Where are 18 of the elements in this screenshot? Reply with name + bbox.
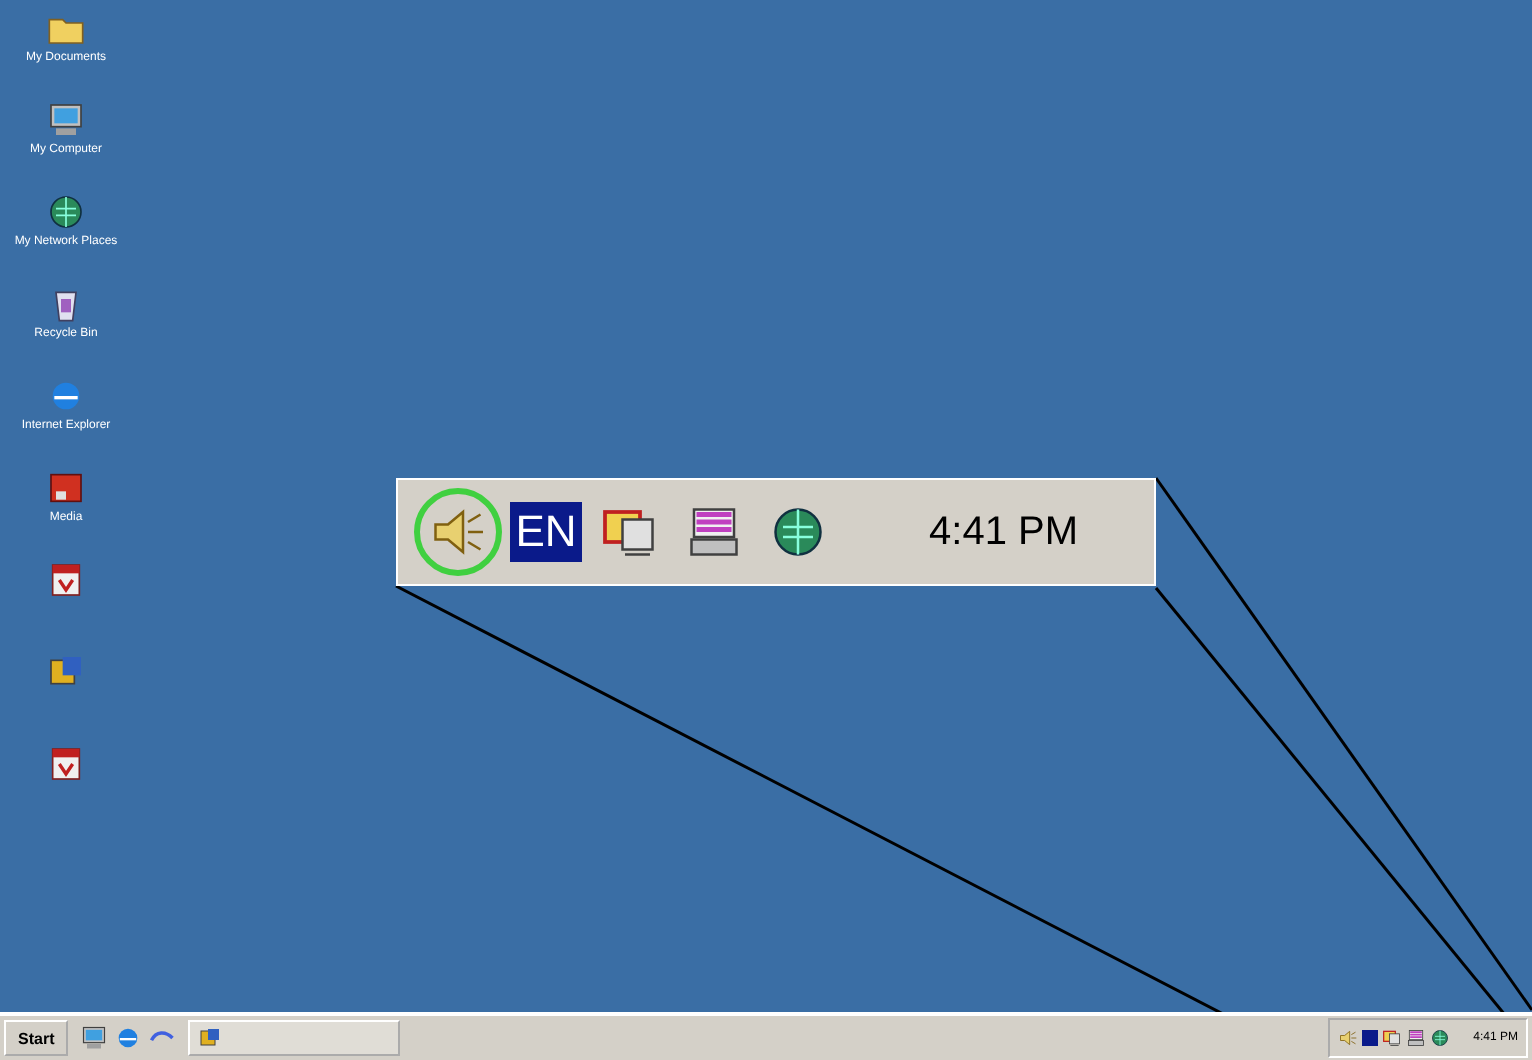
browser-icon[interactable] — [114, 1024, 143, 1052]
network-icon[interactable] — [46, 192, 86, 232]
globe-icon[interactable] — [1429, 1028, 1450, 1048]
display-icon[interactable] — [1381, 1028, 1402, 1048]
media-icon[interactable] — [46, 468, 86, 508]
language-indicator[interactable]: EN — [509, 502, 583, 562]
application-icon[interactable] — [198, 1026, 223, 1050]
computer-icon[interactable] — [46, 100, 86, 140]
desktop-icon[interactable] — [80, 1024, 109, 1052]
start-button[interactable]: Start — [4, 1020, 69, 1056]
document-icon[interactable] — [46, 560, 86, 600]
language-icon[interactable] — [1361, 1030, 1378, 1046]
document-icon[interactable] — [46, 744, 86, 784]
clock: 4:41 PM — [929, 509, 1078, 555]
monitor-icon[interactable] — [1405, 1028, 1426, 1048]
globe-icon[interactable] — [768, 502, 828, 562]
monitor-icon[interactable] — [684, 502, 744, 562]
task-button[interactable] — [188, 1020, 401, 1056]
